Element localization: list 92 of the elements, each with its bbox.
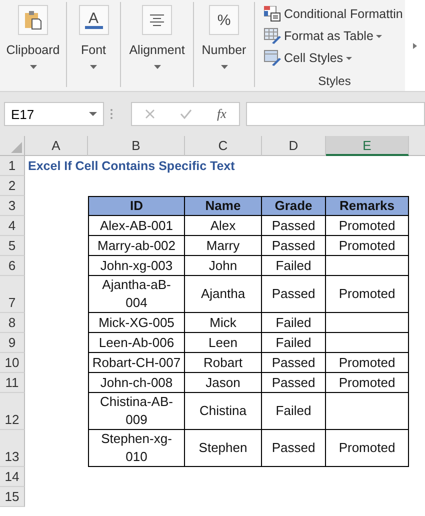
- caret-icon: [220, 65, 228, 69]
- styles-menu-button[interactable]: Format as Table: [264, 25, 405, 47]
- table-cell: Chistina-AB-009: [88, 393, 185, 430]
- row-header[interactable]: 12: [0, 393, 25, 430]
- table-cell: Mick: [185, 313, 262, 333]
- row-header[interactable]: 2: [0, 176, 25, 196]
- color-bar-icon: [84, 26, 102, 29]
- row-header[interactable]: 9: [0, 333, 25, 353]
- icon-glyph: A: [88, 11, 98, 26]
- table-cell: Promoted: [326, 373, 409, 393]
- table-cell: John-xg-003: [88, 256, 185, 276]
- ribbon-group-button[interactable]: Alignment: [129, 43, 185, 57]
- table-cell: Leen-Ab-006: [88, 333, 185, 353]
- table-cell: Stephen: [185, 430, 262, 467]
- font-icon[interactable]: A: [78, 5, 108, 35]
- table-cell: John-ch-008: [88, 373, 185, 393]
- checkmark-icon[interactable]: [180, 109, 192, 119]
- column-header[interactable]: E: [326, 136, 409, 156]
- row-header[interactable]: 7: [0, 276, 25, 313]
- table-cell: Failed: [262, 393, 326, 430]
- row-header[interactable]: 3: [0, 196, 25, 216]
- table-cell: Failed: [262, 313, 326, 333]
- drag-handle-icon[interactable]: [110, 108, 113, 120]
- number-format-icon[interactable]: %: [209, 5, 239, 35]
- row-header[interactable]: 14: [0, 467, 25, 487]
- column-heading: Name: [185, 196, 262, 216]
- row-header[interactable]: 11: [0, 373, 25, 393]
- table-cell: Alex-AB-001: [88, 216, 185, 236]
- scroll-right-icon[interactable]: [413, 42, 417, 48]
- row-header[interactable]: 8: [0, 313, 25, 333]
- ribbon-group-button[interactable]: Clipboard: [6, 43, 60, 57]
- conditional-format-icon: [264, 6, 281, 22]
- row-header[interactable]: 15: [0, 487, 25, 507]
- table-cell: Stephen-xg-010: [88, 430, 185, 467]
- name-box[interactable]: E17: [4, 102, 104, 126]
- paste-icon[interactable]: [18, 5, 48, 35]
- table-cell: Passed: [262, 430, 326, 467]
- table-cell: Passed: [262, 373, 326, 393]
- table-cell: Robart: [185, 353, 262, 373]
- table-cell: Promoted: [326, 430, 409, 467]
- table-cell: Marry-ab-002: [88, 236, 185, 256]
- table-cell: Passed: [262, 236, 326, 256]
- table-cell: Promoted: [326, 236, 409, 256]
- table-cell: Failed: [262, 256, 326, 276]
- close-icon[interactable]: [144, 109, 155, 119]
- caret-icon: [154, 65, 160, 69]
- table-cell: Promoted: [326, 276, 409, 313]
- dropdown-icon: [89, 112, 97, 116]
- table-cell: Passed: [262, 353, 326, 373]
- table-cell: Mick-XG-005: [88, 313, 185, 333]
- table-cell: Passed: [262, 216, 326, 236]
- table-cell: Robart-CH-007: [88, 353, 185, 373]
- sheet-title: Excel If Cell Contains Specific Text: [27, 158, 236, 175]
- table-format-icon: [264, 28, 281, 44]
- table-cell: Failed: [262, 333, 326, 353]
- table-cell: John: [185, 256, 262, 276]
- column-heading: ID: [88, 196, 185, 216]
- row-header[interactable]: 6: [0, 256, 25, 276]
- caret-icon: [30, 65, 36, 69]
- styles-menu-button[interactable]: Cell Styles: [264, 47, 405, 69]
- styles-menu-button[interactable]: Conditional Formattin: [264, 3, 405, 25]
- table-cell: Passed: [262, 276, 326, 313]
- table-cell: Alex: [185, 216, 262, 236]
- insert-function-button[interactable]: fx: [217, 106, 226, 122]
- ribbon-group-button[interactable]: Number: [202, 43, 246, 57]
- table-cell: Jason: [185, 373, 262, 393]
- table-cell: Marry: [185, 236, 262, 256]
- row-header[interactable]: 5: [0, 236, 25, 256]
- table-cell: Leen: [185, 333, 262, 353]
- column-header[interactable]: A: [25, 136, 88, 156]
- row-header[interactable]: 1: [0, 156, 25, 176]
- table-cell: Promoted: [326, 353, 409, 373]
- align-center-icon[interactable]: [142, 5, 172, 35]
- column-heading: Remarks: [326, 196, 409, 216]
- formula-input[interactable]: [246, 102, 425, 126]
- row-header[interactable]: 10: [0, 353, 25, 373]
- row-header[interactable]: 13: [0, 430, 25, 467]
- table-cell: Ajantha: [185, 276, 262, 313]
- row-header[interactable]: 4: [0, 216, 25, 236]
- group-label: Styles: [318, 74, 351, 88]
- cell-styles-icon: [264, 50, 281, 66]
- icon-glyph: %: [217, 12, 231, 28]
- table-cell: Ajantha-aB-004: [88, 276, 185, 313]
- column-header[interactable]: C: [185, 136, 262, 156]
- ribbon-group-button[interactable]: Font: [80, 43, 106, 57]
- caret-icon: [90, 65, 97, 69]
- column-heading: Grade: [262, 196, 326, 216]
- table-cell: Promoted: [326, 216, 409, 236]
- select-all-icon[interactable]: [11, 142, 22, 153]
- column-header[interactable]: B: [88, 136, 185, 156]
- table-cell: Chistina: [185, 393, 262, 430]
- column-header[interactable]: D: [262, 136, 326, 156]
